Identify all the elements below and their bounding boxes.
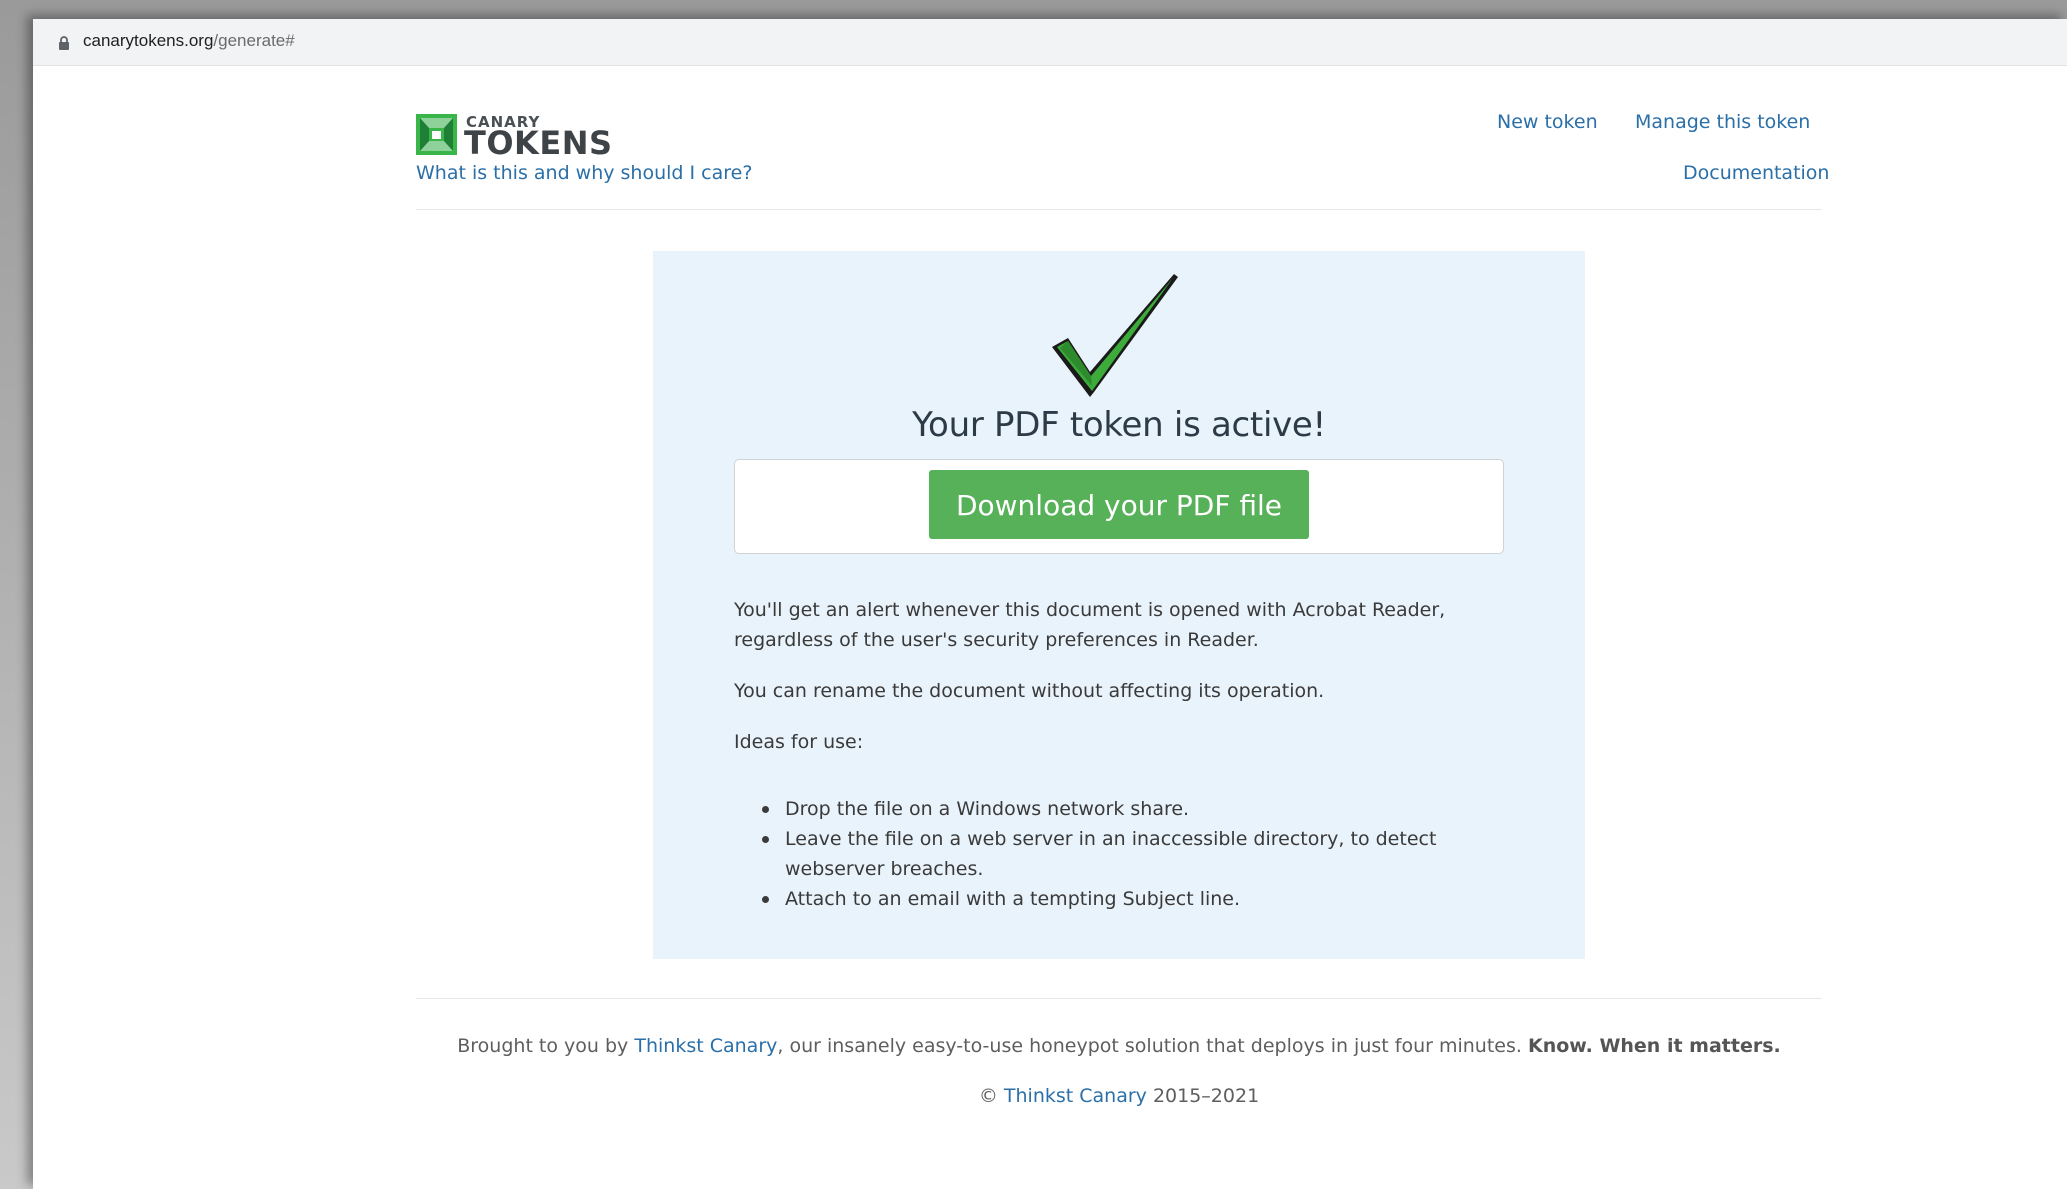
canary-logo-icon (416, 114, 457, 155)
footer-credit: Brought to you by Thinkst Canary, our in… (416, 1035, 1822, 1057)
footer-middle: , our insanely easy-to-use honeypot solu… (777, 1035, 1528, 1057)
header-divider (416, 209, 1822, 210)
footer-tagline: Know. When it matters. (1527, 1035, 1781, 1057)
copyright-symbol: © (978, 1085, 1004, 1107)
url-path: /generate# (213, 31, 295, 50)
list-item: Drop the file on a Windows network share… (734, 794, 1524, 824)
checkmark-icon (1052, 274, 1178, 397)
url-text[interactable]: canarytokens.org/generate# (83, 31, 295, 51)
bullet-icon (762, 896, 769, 903)
thinkst-canary-link[interactable]: Thinkst Canary (634, 1035, 777, 1057)
copyright-thinkst-link[interactable]: Thinkst Canary (1004, 1085, 1147, 1107)
idea-text: Attach to an email with a tempting Subje… (785, 888, 1241, 910)
idea-text: Drop the file on a Windows network share… (785, 798, 1190, 820)
footer-divider (416, 998, 1822, 999)
manage-token-link[interactable]: Manage this token (1635, 111, 1810, 133)
browser-window: canarytokens.org/generate# CANARY TOKENS… (33, 19, 2067, 1189)
ideas-heading: Ideas for use: (734, 731, 864, 753)
download-pdf-button[interactable]: Download your PDF file (929, 470, 1309, 539)
list-item: Attach to an email with a tempting Subje… (734, 884, 1524, 914)
list-item: Leave the file on a web server in an ina… (734, 824, 1524, 884)
documentation-link[interactable]: Documentation (1683, 162, 1829, 184)
idea-text: Leave the file on a web server in an ina… (785, 828, 1437, 880)
footer-copyright: © Thinkst Canary 2015–2021 (416, 1085, 1822, 1107)
new-token-link[interactable]: New token (1497, 111, 1598, 133)
footer-prefix: Brought to you by (457, 1035, 635, 1057)
about-link[interactable]: What is this and why should I care? (416, 162, 752, 184)
canary-tokens-logo[interactable]: CANARY TOKENS (416, 111, 661, 155)
copyright-years: 2015–2021 (1146, 1085, 1260, 1107)
logo-bottom-text: TOKENS (464, 124, 613, 155)
token-active-title: Your PDF token is active! (912, 405, 1326, 445)
address-bar[interactable]: canarytokens.org/generate# (33, 19, 2067, 66)
ideas-list: Drop the file on a Windows network share… (734, 794, 1524, 914)
bullet-icon (762, 836, 769, 843)
url-domain: canarytokens.org (83, 31, 214, 50)
rename-description: You can rename the document without affe… (734, 680, 1325, 702)
alert-description: You'll get an alert whenever this docume… (734, 599, 1446, 651)
bullet-icon (762, 806, 769, 813)
lock-icon (59, 36, 69, 50)
